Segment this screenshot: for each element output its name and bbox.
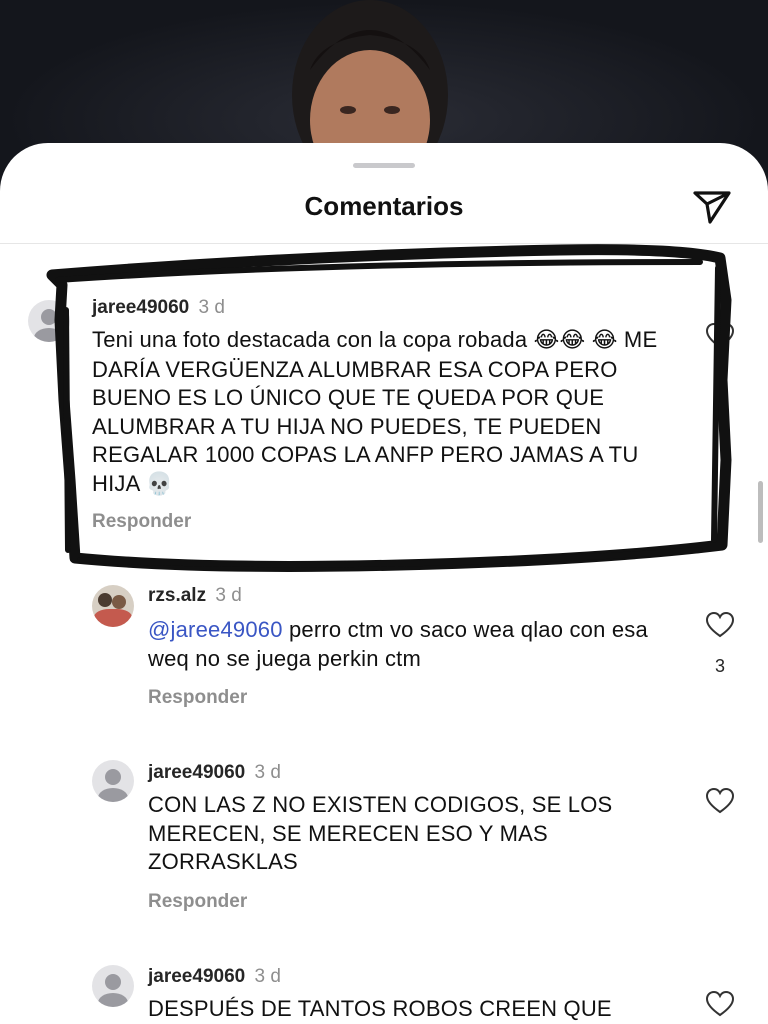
reply-button[interactable]: Responder bbox=[148, 891, 247, 913]
timestamp: 3 d bbox=[254, 762, 281, 783]
avatar[interactable] bbox=[92, 965, 134, 1007]
comment-text-part: Teni una foto destacada con la copa roba… bbox=[92, 327, 534, 352]
username[interactable]: jaree49060 bbox=[92, 297, 189, 318]
comment-meta: jaree49060 3 d bbox=[148, 966, 281, 988]
heart-icon[interactable] bbox=[705, 990, 735, 1018]
laugh-emoji: 😂 bbox=[591, 328, 618, 353]
heart-icon[interactable] bbox=[705, 322, 735, 350]
timestamp: 3 d bbox=[198, 297, 225, 318]
mention-link[interactable]: @jaree49060 bbox=[148, 617, 283, 642]
comment-text: DESPUÉS DE TANTOS ROBOS CREEN QUE bbox=[148, 996, 612, 1021]
sheet-title: Comentarios bbox=[304, 191, 464, 221]
header-divider bbox=[0, 243, 768, 244]
reply-button[interactable]: Responder bbox=[148, 687, 247, 709]
comment-text: CON LAS Z NO EXISTEN CODIGOS, SE LOS MER… bbox=[148, 792, 613, 874]
reply-button[interactable]: Responder bbox=[92, 511, 191, 533]
comment-meta: jaree49060 3 d bbox=[92, 297, 225, 319]
comment-meta: jaree49060 3 d bbox=[148, 762, 281, 784]
username[interactable]: rzs.alz bbox=[148, 585, 206, 606]
heart-icon[interactable] bbox=[705, 611, 735, 639]
username[interactable]: jaree49060 bbox=[148, 966, 245, 987]
timestamp: 3 d bbox=[254, 966, 281, 987]
avatar[interactable] bbox=[92, 760, 134, 802]
comment-meta: rzs.alz 3 d bbox=[148, 585, 242, 607]
heart-icon[interactable] bbox=[705, 787, 735, 815]
share-icon[interactable] bbox=[690, 187, 734, 227]
laugh-emoji: 😂😂 bbox=[533, 328, 586, 353]
username[interactable]: jaree49060 bbox=[148, 762, 245, 783]
skull-emoji: 💀 bbox=[145, 471, 174, 497]
avatar[interactable] bbox=[92, 585, 134, 627]
comments-sheet: Comentarios bbox=[0, 143, 768, 1024]
like-count: 3 bbox=[714, 656, 725, 676]
timestamp: 3 d bbox=[215, 585, 242, 606]
avatar[interactable] bbox=[28, 300, 70, 342]
scrollbar[interactable] bbox=[758, 481, 763, 543]
comment-text: Teni una foto destacada con la copa roba… bbox=[92, 326, 677, 499]
comment-text: @jaree49060 perro ctm vo saco wea qlao c… bbox=[148, 616, 688, 673]
sheet-grabber[interactable] bbox=[353, 163, 415, 168]
